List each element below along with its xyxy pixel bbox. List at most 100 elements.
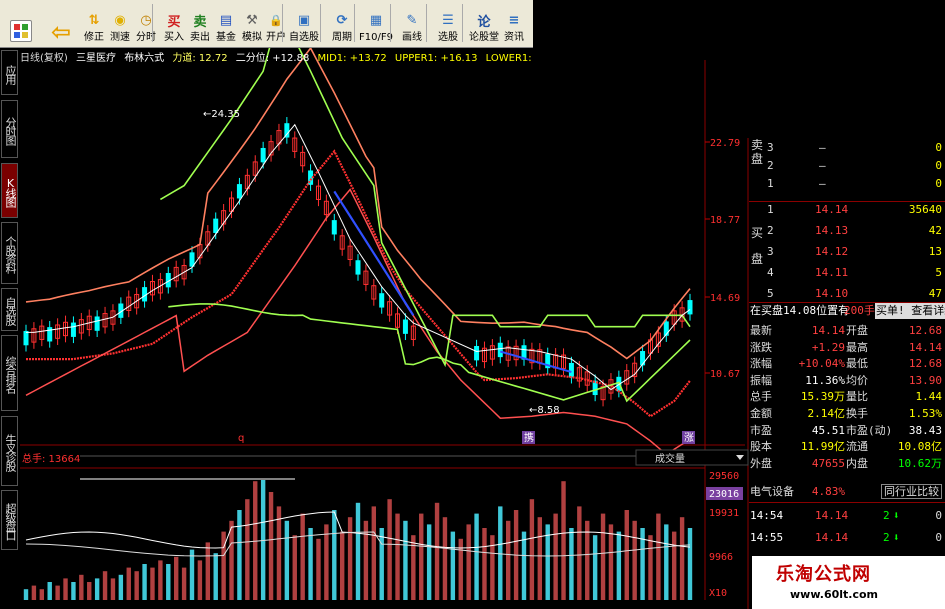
bid-note-detail-button[interactable]: 买单! 查看详细 <box>875 303 945 319</box>
event-marker[interactable]: 携 <box>524 431 534 444</box>
volume-bar <box>79 574 84 600</box>
toolbar-back-arrow-button[interactable]: ⇦ <box>44 2 78 46</box>
candle-body <box>23 330 29 346</box>
volume-bar <box>355 502 361 600</box>
left-sidebar: 应用分时图 K线图个股资料自选股综合排名牛叉诊股超级盘口 <box>0 50 19 609</box>
volume-bar <box>426 524 432 600</box>
volume-bar <box>134 571 139 600</box>
toolbar-button-label: 卖出 <box>190 32 210 43</box>
toolbar-select-button[interactable]: ☰ 选股 <box>434 2 462 44</box>
buy-level-index: 5 <box>767 287 774 300</box>
toolbar-button-label: 修正 <box>84 32 104 43</box>
event-marker[interactable]: 涨 <box>684 432 694 444</box>
bid-note-text: 在买盘14.08位置有 <box>750 304 850 317</box>
volume-bar <box>181 567 187 600</box>
volume-bar <box>569 528 574 600</box>
sidebar-item-0[interactable]: 应用 <box>1 50 18 95</box>
toolbar-news-button[interactable]: ≡ 资讯 <box>500 2 528 44</box>
lidao-value: 力道: 12.72 <box>172 53 228 63</box>
sidebar-item-5[interactable]: 综合排名 <box>1 335 18 411</box>
volume-bar <box>671 531 677 600</box>
candle-body <box>474 346 480 361</box>
volume-bar <box>363 520 369 600</box>
volume-bar <box>229 520 234 600</box>
stat-label: 振幅 <box>750 373 772 387</box>
toolbar-sell-button[interactable]: 卖卖出 <box>186 2 214 44</box>
event-marker[interactable]: q <box>238 433 244 444</box>
stat-value: 47655 <box>811 456 845 470</box>
indicator-name[interactable]: 布林六式 <box>124 53 164 63</box>
mid-value: MID1: +13.72 <box>317 53 387 63</box>
toolbar-forum-button[interactable]: 论论股堂 <box>469 2 499 44</box>
volume-bar <box>39 589 45 600</box>
high-annotation: ←24.35 <box>203 109 240 120</box>
volume-bar <box>616 531 622 600</box>
toolbar-fund-button[interactable]: ▤ 基金 <box>212 2 240 44</box>
toolbar-separator <box>282 4 283 42</box>
toolbar-pen-button[interactable]: ✎ 画线 <box>398 2 426 44</box>
site-watermark: 乐淘公式网 www.60lt.com <box>752 556 945 609</box>
sidebar-item-1[interactable]: 分时图 <box>1 100 18 158</box>
indicator-info-line: 日线(复权) 三星医疗 布林六式 力道: 12.72 二分位: +12.88 M… <box>20 49 535 63</box>
sector-change: 4.83% <box>811 485 845 498</box>
quote-panel: 卖 盘 3—0 2—0 1—0 买 盘 1 14.14 35640 2 14.13 42 3 14.12… <box>749 138 945 548</box>
volume-bar <box>332 510 337 600</box>
stat-value: 15.39万 <box>800 390 845 404</box>
volume-bar <box>624 510 629 600</box>
candle-body <box>70 322 76 337</box>
toolbar-up-down-arrow-button[interactable]: ⇅ 修正 <box>80 2 108 44</box>
sector-compare-button[interactable]: 同行业比较 <box>881 484 942 499</box>
tick-price: 14.14 <box>815 531 849 544</box>
toolbar-separator <box>426 4 427 42</box>
stat-label: 股本 <box>750 440 772 454</box>
sidebar-item-4[interactable]: 自选股 <box>1 288 18 331</box>
toolbar-cycle-button[interactable]: ⟳ 周期 <box>328 2 356 44</box>
sidebar-item-3[interactable]: 个股资料 <box>1 222 18 284</box>
stat-label: 外盘 <box>750 456 772 470</box>
fund-icon: ▤ <box>219 12 233 28</box>
volume-bar <box>347 517 353 600</box>
sidebar-item-7[interactable]: 超级盘口 <box>1 490 18 550</box>
panel-divider <box>749 502 945 503</box>
stat-value: 12.68 <box>908 324 942 337</box>
toolbar-lock-button[interactable]: 🔒 开户 <box>262 2 290 44</box>
period-label[interactable]: 日线(复权) <box>20 53 68 63</box>
candle-body <box>402 319 408 334</box>
volume-bar <box>158 560 163 600</box>
toolbar-button-label: 论股堂 <box>469 32 499 43</box>
toolbar-separator <box>462 4 463 42</box>
toolbar-gear-button[interactable]: ◉ 测速 <box>106 2 134 44</box>
price-tick-label: 10.67 <box>710 369 740 380</box>
stat-label: 最高 <box>846 340 868 354</box>
toolbar-page-button[interactable]: ▣ 自选股 <box>289 2 319 44</box>
volume-bar <box>324 524 329 600</box>
toolbar-button-label: 买入 <box>164 32 184 43</box>
volume-bar <box>102 571 108 600</box>
stat-label: 涨幅 <box>750 357 772 371</box>
quote-row: 涨幅 +10.04% 最低 12.68 <box>749 356 945 372</box>
toolbar-button-label: 资讯 <box>504 32 524 43</box>
volume-bar <box>474 513 479 600</box>
volume-tick-label: 23016 <box>709 489 739 500</box>
sidebar-item-2[interactable]: K线图 <box>1 163 18 218</box>
stat-value: 1.53% <box>908 407 942 420</box>
toolbar-f10-button[interactable]: ▦ F10/F9 <box>359 2 393 44</box>
volume-select[interactable] <box>635 449 749 466</box>
stat-label: 最新 <box>750 324 772 337</box>
volume-bar <box>561 481 566 600</box>
toolbar-clock-button[interactable]: ◷ 分时 <box>132 2 160 44</box>
toolbar-button-label: 分时 <box>136 32 156 43</box>
volume-bar <box>537 517 543 600</box>
candle-body <box>331 220 337 235</box>
stat-label: 市盈 <box>750 423 772 437</box>
buy-level-volume: 47 <box>928 287 942 300</box>
tick-extra: 0 <box>935 509 942 522</box>
volume-tick-label: X10 <box>709 588 727 599</box>
toolbar-buy-button[interactable]: 买买入 <box>160 2 188 44</box>
toolbar-grid-button[interactable] <box>4 2 38 44</box>
volume-bar <box>126 567 131 600</box>
stat-value: 14.14 <box>908 340 942 354</box>
volume-bar <box>47 582 52 600</box>
candle-body <box>236 184 242 199</box>
sidebar-item-6[interactable]: 牛叉诊股 <box>1 416 18 486</box>
